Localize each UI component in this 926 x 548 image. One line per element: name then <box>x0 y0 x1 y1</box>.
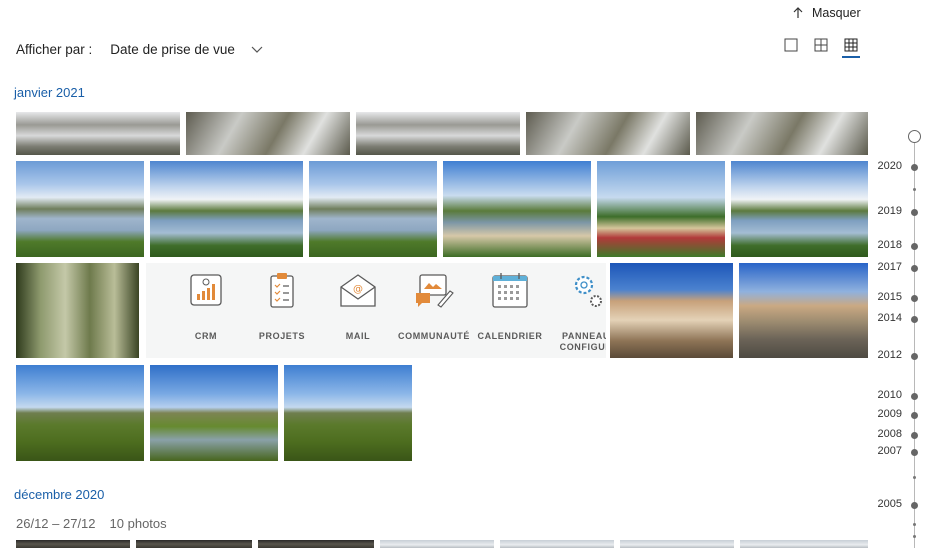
timeline-dot <box>911 449 918 456</box>
settings-gears-icon <box>574 275 602 307</box>
date-range-label: 26/12 – 27/12 <box>16 516 96 531</box>
app-label: CRM <box>194 331 218 341</box>
photo-thumbnail[interactable] <box>16 112 180 155</box>
timeline-year[interactable]: 2019 <box>878 205 902 217</box>
view-medium-button[interactable] <box>814 38 828 52</box>
timeline-dot <box>911 265 918 272</box>
mail-envelope-icon: @ <box>340 274 376 307</box>
timeline-year[interactable]: 2014 <box>878 312 902 324</box>
timeline-year[interactable]: 2020 <box>878 160 902 172</box>
timeline-dot <box>911 353 918 360</box>
photo-thumbnail[interactable] <box>16 263 139 358</box>
photo-thumbnail[interactable] <box>309 161 437 257</box>
timeline-dot <box>913 523 916 526</box>
hide-button[interactable]: Masquer <box>792 4 861 22</box>
arrow-up-icon <box>793 7 803 18</box>
month-title-december: décembre 2020 <box>14 487 105 502</box>
photo-thumbnail[interactable] <box>696 112 868 155</box>
app-label: MAIL <box>345 331 371 341</box>
app-mail[interactable]: @ MAIL <box>317 263 399 358</box>
sort-value: Date de prise de vue <box>110 41 235 57</box>
timeline-dot <box>911 412 918 419</box>
photo-thumbnail[interactable] <box>500 540 614 548</box>
chevron-down-icon <box>251 46 263 53</box>
photo-thumbnail[interactable] <box>380 540 494 548</box>
app-communaute[interactable]: COMMUNAUTÉ <box>393 263 475 358</box>
timeline-year[interactable]: 2008 <box>878 428 902 440</box>
timeline-year[interactable]: 2015 <box>878 291 902 303</box>
timeline-year[interactable]: 2017 <box>878 261 902 273</box>
grid-four-icon <box>814 38 828 52</box>
month-title-january: janvier 2021 <box>14 85 85 100</box>
timeline-dot <box>913 188 916 191</box>
photo-thumbnail[interactable] <box>443 161 591 257</box>
app-calendrier[interactable]: CALENDRIER <box>469 263 551 358</box>
timeline-dot <box>911 316 918 323</box>
timeline-handle[interactable] <box>908 130 921 143</box>
clipboard-checklist-icon <box>270 273 294 308</box>
timeline-dot <box>911 164 918 171</box>
photo-thumbnail[interactable] <box>186 112 350 155</box>
app-label: COMMUNAUTÉ <box>398 331 470 341</box>
photo-thumbnail[interactable] <box>16 365 144 461</box>
photo-thumbnail[interactable] <box>150 365 278 461</box>
community-chat-icon <box>416 274 454 308</box>
view-small-button[interactable] <box>842 38 860 58</box>
photo-thumbnail[interactable] <box>597 161 725 257</box>
timeline-year[interactable]: 2018 <box>878 239 902 251</box>
crm-chart-icon <box>190 274 222 306</box>
timeline-year[interactable]: 2012 <box>878 349 902 361</box>
photo-thumbnail[interactable] <box>740 540 868 548</box>
timeline-track <box>914 142 915 548</box>
timeline-dot <box>911 295 918 302</box>
date-range: 26/12 – 27/12 10 photos <box>16 516 167 531</box>
grid-nine-icon <box>844 38 858 52</box>
timeline-year[interactable]: 2009 <box>878 408 902 420</box>
photo-thumbnail[interactable] <box>620 540 734 548</box>
timeline-dot <box>913 535 916 538</box>
timeline-year[interactable]: 2005 <box>878 498 902 510</box>
apps-panel: CRM PROJETS @ MAIL COMMUNAUTÉ CALENDRIER… <box>146 263 606 358</box>
single-square-icon <box>784 38 798 52</box>
sort-dropdown[interactable]: Date de prise de vue <box>110 42 263 57</box>
timeline-year[interactable]: 2007 <box>878 445 902 457</box>
timeline-dot <box>913 476 916 479</box>
app-projets[interactable]: PROJETS <box>241 263 323 358</box>
hide-label: Masquer <box>812 6 861 20</box>
timeline-dot <box>911 432 918 439</box>
timeline-dot <box>911 502 918 509</box>
photo-thumbnail[interactable] <box>16 540 130 548</box>
app-label: CALENDRIER <box>477 331 543 341</box>
photo-thumbnail[interactable] <box>610 263 733 358</box>
timeline-scrubber[interactable]: 2020 2019 2018 2017 2015 2014 2012 2010 … <box>878 130 926 548</box>
timeline-dot <box>911 209 918 216</box>
photo-thumbnail[interactable] <box>731 161 868 257</box>
app-crm[interactable]: CRM <box>165 263 247 358</box>
photo-thumbnail[interactable] <box>284 365 412 461</box>
view-mode-switcher <box>784 38 860 58</box>
photo-thumbnail[interactable] <box>150 161 303 257</box>
photo-count: 10 photos <box>109 516 167 531</box>
photo-thumbnail[interactable] <box>136 540 252 548</box>
timeline-dot <box>911 393 918 400</box>
photo-thumbnail[interactable] <box>739 263 868 358</box>
svg-text:@: @ <box>353 284 363 295</box>
photo-thumbnail[interactable] <box>526 112 690 155</box>
photo-thumbnail[interactable] <box>16 161 144 257</box>
calendar-icon <box>492 273 528 308</box>
photo-thumbnail[interactable] <box>356 112 520 155</box>
sort-toolbar: Afficher par : Date de prise de vue <box>16 38 263 60</box>
photo-thumbnail[interactable] <box>258 540 374 548</box>
app-label: PROJETS <box>258 331 306 341</box>
app-panneau-configuration[interactable]: PANNEAU CONFIGUR <box>545 263 606 358</box>
timeline-year[interactable]: 2010 <box>878 389 902 401</box>
app-label: PANNEAU CONFIGUR <box>559 331 606 352</box>
sort-label: Afficher par : <box>16 41 93 57</box>
view-large-button[interactable] <box>784 38 798 52</box>
timeline-dot <box>911 243 918 250</box>
